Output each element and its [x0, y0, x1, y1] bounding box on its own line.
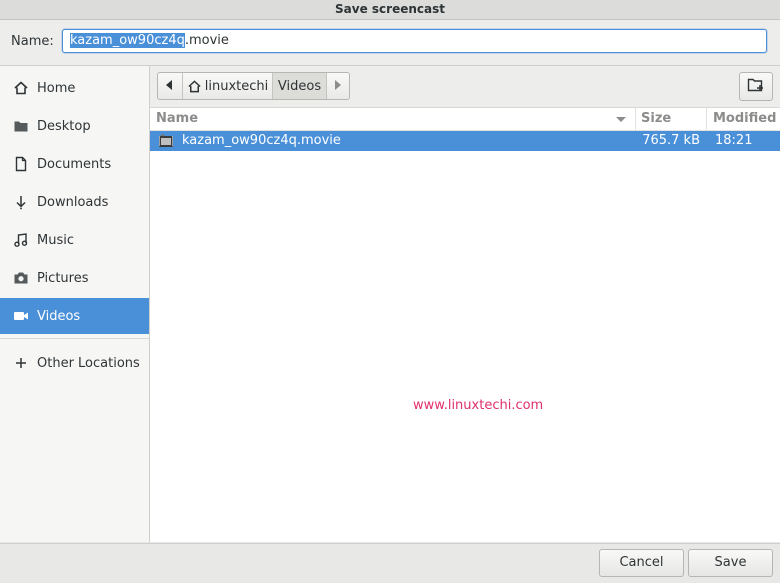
table-row[interactable]: kazam_ow90cz4q.movie 765.7 kB 18:21	[150, 131, 780, 151]
file-name: kazam_ow90cz4q.movie	[182, 133, 341, 148]
file-size: 765.7 kB	[642, 133, 700, 148]
sidebar-separator	[0, 338, 149, 339]
sidebar-item-videos[interactable]: Videos	[0, 298, 149, 334]
sidebar-item-downloads[interactable]: Downloads	[0, 184, 149, 220]
watermark-text: www.linuxtechi.com	[413, 398, 544, 413]
column-modified[interactable]: Modified	[707, 108, 780, 130]
download-icon	[12, 193, 30, 211]
video-file-icon	[158, 133, 174, 149]
column-header: Name Size Modified	[150, 108, 780, 131]
sidebar-item-other-locations[interactable]: Other Locations	[0, 345, 149, 381]
path-back-button[interactable]	[158, 73, 183, 99]
sidebar-item-label: Home	[37, 80, 76, 96]
breadcrumb: linuxtechi Videos	[157, 72, 350, 100]
video-icon	[12, 307, 30, 325]
column-size[interactable]: Size	[636, 108, 707, 130]
filename-input[interactable]: kazam_ow90cz4q.movie	[62, 29, 767, 53]
sidebar-item-pictures[interactable]: Pictures	[0, 260, 149, 296]
camera-icon	[12, 269, 30, 287]
chevron-left-icon	[166, 79, 174, 94]
dialog-title: Save screencast	[0, 0, 780, 20]
save-button[interactable]: Save	[688, 549, 773, 577]
home-icon	[187, 79, 202, 94]
column-name-label: Name	[156, 111, 199, 126]
document-icon	[12, 155, 30, 173]
folder-new-icon	[747, 77, 765, 97]
column-modified-label: Modified	[713, 111, 777, 126]
cancel-button[interactable]: Cancel	[599, 549, 684, 577]
name-bar: Name: kazam_ow90cz4q.movie	[0, 20, 780, 66]
file-browser: linuxtechi Videos Name Size Modified kaz…	[150, 66, 780, 542]
filename-extension: .movie	[184, 33, 229, 48]
new-folder-button[interactable]	[739, 72, 773, 101]
plus-icon	[12, 354, 30, 372]
crumb-videos[interactable]: Videos	[273, 73, 327, 99]
sidebar-item-label: Documents	[37, 156, 112, 172]
filename-selection: kazam_ow90cz4q	[70, 33, 185, 48]
sidebar-item-documents[interactable]: Documents	[0, 146, 149, 182]
places-sidebar: Home Desktop Documents Downloads Music P…	[0, 66, 150, 542]
crumb-label: Videos	[277, 78, 322, 94]
column-size-label: Size	[641, 111, 672, 126]
sidebar-item-music[interactable]: Music	[0, 222, 149, 258]
crumb-linuxtechi[interactable]: linuxtechi	[183, 73, 273, 99]
path-bar: linuxtechi Videos	[150, 66, 780, 108]
sidebar-item-desktop[interactable]: Desktop	[0, 108, 149, 144]
home-icon	[12, 79, 30, 97]
music-icon	[12, 231, 30, 249]
sidebar-item-label: Desktop	[37, 118, 91, 134]
sidebar-item-label: Music	[37, 232, 74, 248]
sidebar-item-label: Videos	[37, 308, 81, 324]
chevron-right-icon	[334, 79, 342, 94]
name-label: Name:	[11, 34, 54, 49]
sort-descending-icon	[616, 117, 626, 122]
file-modified: 18:21	[715, 133, 753, 148]
sidebar-item-label: Downloads	[37, 194, 109, 210]
column-name[interactable]: Name	[150, 108, 636, 130]
sidebar-item-home[interactable]: Home	[0, 70, 149, 106]
sidebar-item-label: Pictures	[37, 270, 89, 286]
folder-icon	[12, 117, 30, 135]
crumb-label: linuxtechi	[204, 78, 269, 94]
sidebar-item-label: Other Locations	[37, 355, 140, 371]
action-bar: Cancel Save	[0, 543, 780, 583]
path-forward-button[interactable]	[327, 73, 349, 99]
